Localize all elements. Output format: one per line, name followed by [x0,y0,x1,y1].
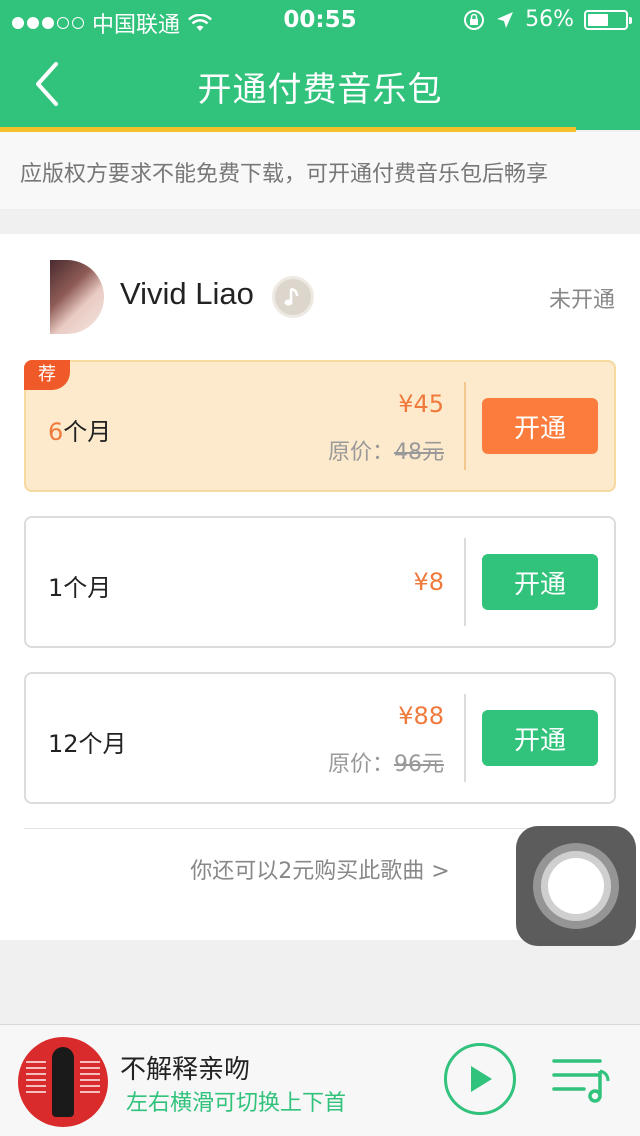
artist-row: Vivid Liao 未开通 [50,260,615,334]
status-right: 56% [463,7,632,32]
subscribe-button[interactable]: 开通 [482,554,598,610]
plan-6-months: 荐 6个月 ¥45 原价：48元 开通 [24,360,616,492]
playlist-icon [552,1059,610,1103]
plan-price: ¥8 [413,568,444,596]
plan-price: ¥45 [398,390,444,418]
plan-duration: 1个月 [48,574,112,602]
artist-avatar [50,260,104,334]
recommend-badge: 荐 [24,360,70,390]
subscribe-button[interactable]: 开通 [482,398,598,454]
plan-1-month: 1个月 ¥8 开通 [24,516,616,648]
copyright-notice: 应版权方要求不能免费下载，可开通付费音乐包后畅享 [0,132,640,210]
plan-duration-unit: 个月 [63,418,112,446]
battery-level [588,13,609,26]
navbar: 开通付费音乐包 [0,40,640,128]
plan-12-months: 12个月 ¥88 原价：96元 开通 [24,672,616,804]
song-title: 不解释亲吻 [120,1055,251,1085]
plan-duration: 6个月 [48,412,111,447]
original-price-value: 48元 [394,440,444,465]
subscription-status: 未开通 [548,288,615,313]
header: 中国联通 00:55 56% 开通付费音乐包 [0,0,640,130]
page-title: 开通付费音乐包 [197,70,443,110]
plan-original-price: 原价：96元 [328,746,444,778]
plan-divider [464,538,466,626]
original-price-label: 原价： [327,752,394,777]
plan-divider [464,382,466,470]
plan-price: ¥88 [398,702,444,730]
status-bar: 中国联通 00:55 56% [0,0,640,40]
plan-original-price: 原价：48元 [328,434,444,466]
original-price-label: 原价： [327,440,394,465]
notice-text: 应版权方要求不能免费下载，可开通付费音乐包后畅享 [20,162,549,187]
original-price-value: 96元 [394,752,444,777]
mini-player[interactable]: 不解释亲吻 左右横滑可切换上下首 [0,1024,640,1136]
play-button[interactable] [444,1043,516,1115]
location-icon [497,11,514,28]
album-cover[interactable] [18,1037,108,1127]
rotation-lock-icon [464,9,485,30]
plan-duration-number: 6 [48,418,64,446]
home-circle-icon [548,858,604,914]
subscribe-button[interactable]: 开通 [482,710,598,766]
music-note-icon [272,276,314,318]
playlist-button[interactable] [550,1055,614,1105]
play-icon [471,1066,492,1092]
plan-duration: 12个月 [48,730,127,758]
battery-percent: 56% [525,7,574,32]
plan-divider [464,694,466,782]
artist-name: Vivid Liao [120,276,254,311]
swipe-hint: 左右横滑可切换上下首 [126,1091,347,1116]
assistive-touch-button[interactable] [516,826,636,946]
battery-icon [584,9,632,30]
